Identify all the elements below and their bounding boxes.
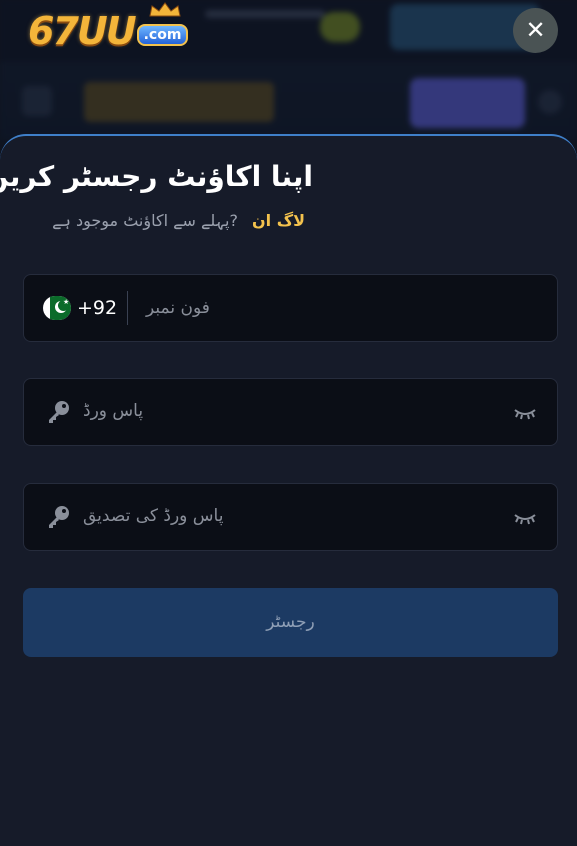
key-icon — [49, 506, 69, 528]
logo-suffix: .com — [136, 24, 189, 46]
phone-field[interactable]: ★ +92 فون نمبر — [23, 274, 558, 342]
key-icon — [49, 401, 69, 423]
register-button[interactable]: رجسٹر — [23, 588, 558, 657]
crown-icon — [149, 2, 181, 17]
field-divider — [127, 291, 128, 325]
close-button[interactable]: ✕ — [513, 8, 558, 53]
eye-closed-icon[interactable] — [513, 508, 537, 526]
eye-closed-icon[interactable] — [513, 403, 537, 421]
login-question: ?پہلے سے اکاؤنٹ موجود ہے — [52, 211, 238, 230]
confirm-password-field[interactable]: پاس ورڈ کی تصدیق — [23, 483, 558, 551]
confirm-password-placeholder: پاس ورڈ کی تصدیق — [83, 506, 224, 526]
country-code[interactable]: +92 — [77, 295, 117, 321]
login-prompt: لاگ ان ?پہلے سے اکاؤنٹ موجود ہے — [52, 211, 305, 230]
login-link[interactable]: لاگ ان — [252, 211, 305, 230]
password-field[interactable]: پاس ورڈ — [23, 378, 558, 446]
page-title: اپنا اکاؤنٹ رجسٹر کریں — [0, 160, 313, 193]
phone-placeholder: فون نمبر — [146, 298, 210, 318]
logo-text: 67UU — [28, 9, 137, 53]
password-placeholder: پاس ورڈ — [83, 401, 144, 421]
pakistan-flag-icon: ★ — [43, 296, 71, 320]
